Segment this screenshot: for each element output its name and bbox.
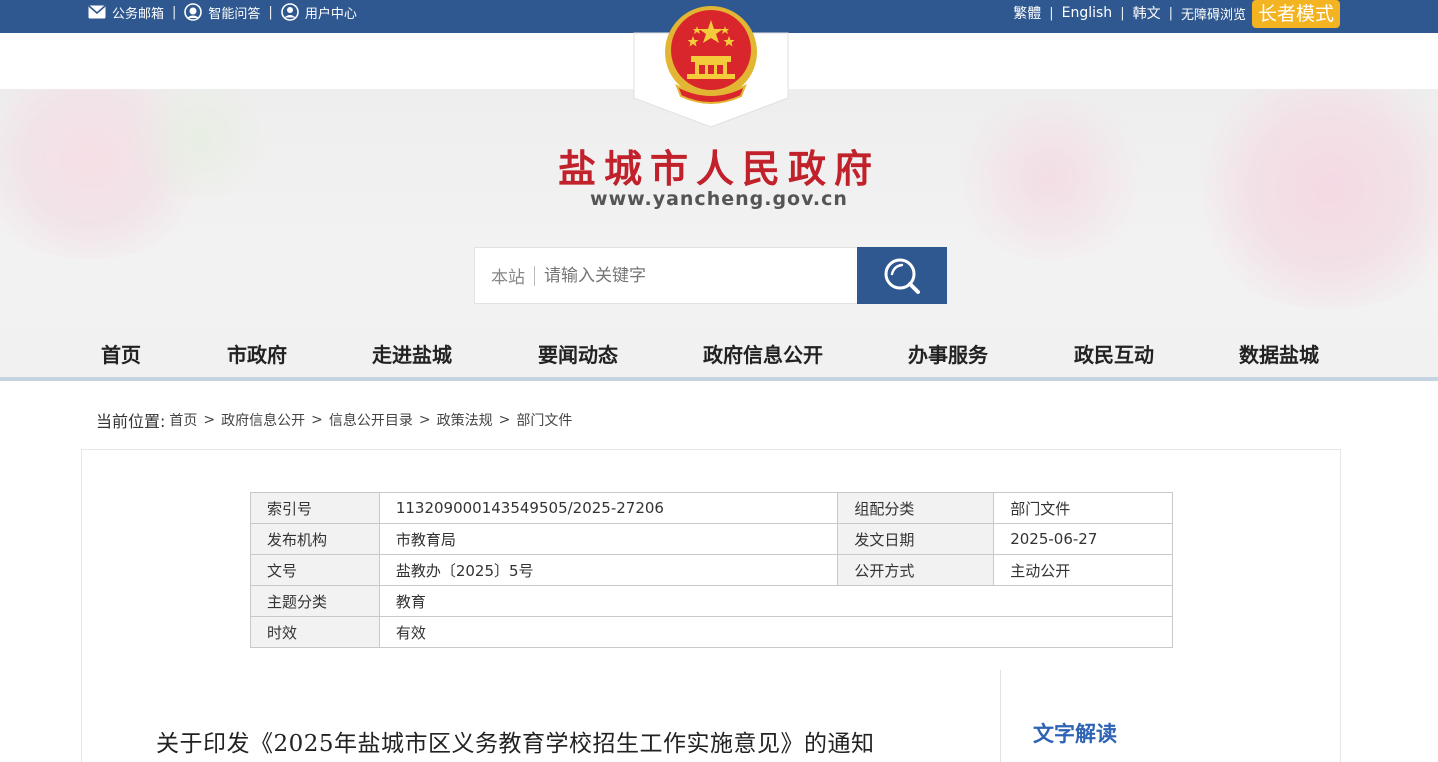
- table-row: 文号 盐教办〔2025〕5号 公开方式 主动公开: [250, 554, 1173, 586]
- nav-news[interactable]: 要闻动态: [538, 339, 618, 368]
- user-center-label: 用户中心: [304, 6, 357, 22]
- nav-about-yancheng[interactable]: 走进盐城: [372, 339, 452, 368]
- smart-qa-link[interactable]: 智能问答: [184, 3, 260, 22]
- column-divider: [1000, 670, 1001, 762]
- breadcrumb-separator: >: [418, 412, 431, 428]
- document-meta-table: 索引号 113209000143549505/2025-27206 组配分类 部…: [250, 492, 1174, 648]
- chat-bot-icon: [184, 3, 203, 21]
- korean-link[interactable]: 韩文: [1133, 3, 1161, 23]
- index-value: 113209000143549505/2025-27206: [378, 492, 839, 524]
- mail-icon: [88, 5, 106, 19]
- separator: |: [268, 4, 273, 20]
- search-divider: [534, 265, 535, 286]
- topic-label: 主题分类: [250, 585, 380, 617]
- accessibility-link[interactable]: 无障碍浏览: [1181, 4, 1246, 23]
- user-center-link[interactable]: 用户中心: [281, 3, 357, 22]
- separator: |: [1168, 5, 1173, 21]
- search-box: 本站: [474, 247, 858, 304]
- traditional-chinese-link[interactable]: 繁體: [1013, 3, 1041, 23]
- english-link[interactable]: English: [1062, 5, 1113, 21]
- national-emblem: [633, 0, 789, 128]
- user-icon: [281, 3, 299, 21]
- table-row: 发布机构 市教育局 发文日期 2025-06-27: [250, 523, 1173, 555]
- topic-value: 教育: [378, 585, 1174, 617]
- breadcrumb-separator: >: [498, 412, 511, 428]
- separator: |: [172, 4, 177, 20]
- category-label: 组配分类: [837, 492, 995, 524]
- document-title: 关于印发《2025年盐城市区义务教育学校招生工作实施意见》的通知: [156, 731, 875, 757]
- elder-mode-button[interactable]: 长者模式: [1251, 0, 1340, 28]
- content-panel: 索引号 113209000143549505/2025-27206 组配分类 部…: [81, 449, 1341, 762]
- mail-link-label: 公务邮箱: [112, 6, 165, 22]
- validity-label: 时效: [250, 616, 380, 648]
- validity-value: 有效: [378, 616, 1174, 648]
- table-row: 主题分类 教育: [250, 585, 1174, 617]
- separator: |: [1120, 5, 1125, 21]
- breadcrumb-separator: >: [311, 412, 323, 428]
- breadcrumb-policy[interactable]: 政策法规: [437, 410, 493, 430]
- main-nav: 首页 市政府 走进盐城 要闻动态 政府信息公开 办事服务 政民互动 数据盐城: [0, 325, 1438, 377]
- smart-qa-label: 智能问答: [208, 6, 261, 22]
- publisher-value: 市教育局: [378, 523, 839, 555]
- nav-city-government[interactable]: 市政府: [227, 339, 287, 368]
- breadcrumb: 当前位置: 首页 > 政府信息公开 > 信息公开目录 > 政策法规 > 部门文件: [96, 408, 572, 432]
- date-value: 2025-06-27: [993, 523, 1173, 555]
- breadcrumb-dept-docs[interactable]: 部门文件: [516, 410, 572, 430]
- site-title: 盐城市人民政府: [557, 146, 880, 191]
- nav-services[interactable]: 办事服务: [908, 339, 988, 368]
- breadcrumb-label: 当前位置:: [96, 412, 166, 431]
- nav-home[interactable]: 首页: [101, 339, 141, 368]
- nav-underline: [0, 377, 1438, 381]
- top-links: 公务邮箱 | 智能问答 | 用户中心: [88, 0, 357, 24]
- index-label: 索引号: [250, 492, 380, 524]
- table-row: 索引号 113209000143549505/2025-27206 组配分类 部…: [250, 492, 1173, 524]
- category-value: 部门文件: [993, 492, 1173, 524]
- search-scope[interactable]: 本站: [491, 263, 525, 288]
- nav-interaction[interactable]: 政民互动: [1074, 339, 1154, 368]
- breadcrumb-separator: >: [203, 412, 216, 428]
- breadcrumb-info-disclosure[interactable]: 政府信息公开: [221, 410, 305, 430]
- docno-value: 盐教办〔2025〕5号: [378, 554, 839, 586]
- publisher-label: 发布机构: [250, 523, 380, 555]
- search-icon: [884, 258, 920, 294]
- interpretation-link[interactable]: 文字解读: [1033, 718, 1117, 748]
- openness-value: 主动公开: [993, 554, 1173, 586]
- separator: |: [1049, 5, 1054, 21]
- breadcrumb-catalog[interactable]: 信息公开目录: [329, 410, 413, 430]
- date-label: 发文日期: [837, 523, 995, 555]
- site-url: www.yancheng.gov.cn: [590, 188, 848, 210]
- nav-info-disclosure[interactable]: 政府信息公开: [703, 339, 823, 368]
- docno-label: 文号: [250, 554, 380, 586]
- nav-data-yancheng[interactable]: 数据盐城: [1239, 339, 1319, 368]
- openness-label: 公开方式: [837, 554, 995, 586]
- language-links: 繁體 | English | 韩文 | 无障碍浏览 长者模式: [1013, 0, 1340, 28]
- mail-link[interactable]: 公务邮箱: [88, 3, 164, 22]
- search-button[interactable]: [857, 247, 947, 304]
- table-row: 时效 有效: [250, 616, 1174, 648]
- breadcrumb-home[interactable]: 首页: [169, 410, 197, 430]
- search-input[interactable]: [544, 265, 804, 286]
